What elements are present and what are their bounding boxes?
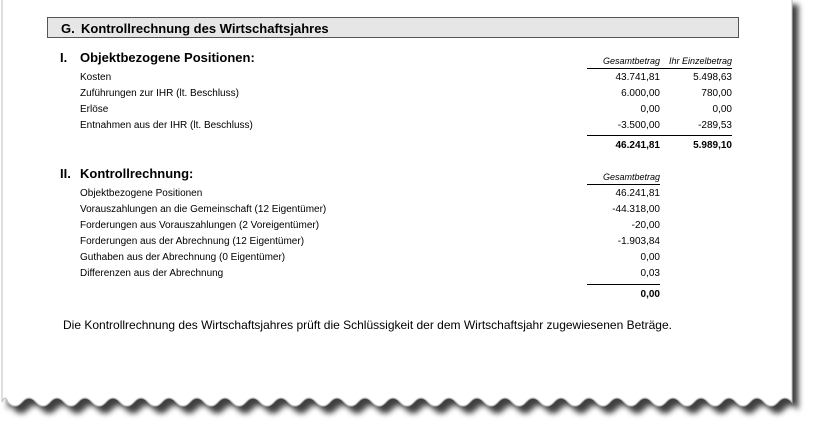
part1-header-rule <box>587 68 732 69</box>
row-single: 780,00 <box>701 88 732 99</box>
part1-title: Objektbezogene Positionen: <box>80 50 255 65</box>
section-header: G. Kontrollrechnung des Wirtschaftsjahre… <box>47 17 739 38</box>
part2-sum-rule <box>587 284 660 285</box>
part2-header-rule <box>587 184 660 185</box>
part1-col-single-header: Ihr Einzelbetrag <box>668 56 732 66</box>
row-total: -1.903,84 <box>617 236 660 247</box>
row-single: 0,00 <box>712 104 732 115</box>
row-total: 0,03 <box>640 268 660 279</box>
row-label: Vorauszahlungen an die Gemeinschaft (12 … <box>80 204 327 215</box>
row-label: Erlöse <box>80 104 109 115</box>
part2-title: Kontrollrechnung: <box>80 166 194 181</box>
part2-sum-total: 0,00 <box>640 289 660 300</box>
row-single: 5.498,63 <box>693 72 732 83</box>
table-row: Forderungen aus Vorauszahlungen (2 Vorei… <box>0 219 819 233</box>
row-label: Forderungen aus der Abrechnung (12 Eigen… <box>80 236 305 247</box>
row-label: Guthaben aus der Abrechnung (0 Eigentüme… <box>80 252 286 263</box>
row-total: -20,00 <box>631 220 660 231</box>
table-row: Kosten 43.741,81 5.498,63 <box>0 71 819 85</box>
explanation-note: Die Kontrollrechnung des Wirtschaftsjahr… <box>63 318 672 332</box>
row-label: Forderungen aus Vorauszahlungen (2 Vorei… <box>80 220 320 231</box>
part2-number: II. <box>60 166 71 181</box>
table-row: Zuführungen zur IHR (lt. Beschluss) 6.00… <box>0 87 819 101</box>
section-letter: G. <box>61 21 75 36</box>
table-row: Differenzen aus der Abrechnung 0,03 <box>0 267 819 281</box>
table-row: Forderungen aus der Abrechnung (12 Eigen… <box>0 235 819 249</box>
table-row: Erlöse 0,00 0,00 <box>0 103 819 117</box>
section-title: Kontrollrechnung des Wirtschaftsjahres <box>81 21 329 36</box>
row-label: Kosten <box>80 72 112 83</box>
part1-sum-single: 5.989,10 <box>693 140 732 151</box>
table-row: Entnahmen aus der IHR (lt. Beschluss) -3… <box>0 119 819 133</box>
row-total: 0,00 <box>640 252 660 263</box>
row-total: -44.318,00 <box>612 204 660 215</box>
part1-sum-rule <box>587 135 732 136</box>
row-total: 46.241,81 <box>615 188 661 199</box>
row-label: Differenzen aus der Abrechnung <box>80 268 224 279</box>
table-row: Guthaben aus der Abrechnung (0 Eigentüme… <box>0 251 819 265</box>
part1-number: I. <box>60 50 68 65</box>
row-label: Entnahmen aus der IHR (lt. Beschluss) <box>80 120 253 131</box>
table-row: Vorauszahlungen an die Gemeinschaft (12 … <box>0 203 819 217</box>
row-label: Zuführungen zur IHR (lt. Beschluss) <box>80 88 239 99</box>
row-single: -289,53 <box>698 120 732 131</box>
part2-col-total-header: Gesamtbetrag <box>602 172 660 182</box>
row-label: Objektbezogene Positionen <box>80 188 203 199</box>
table-row: Objektbezogene Positionen 46.241,81 <box>0 187 819 201</box>
